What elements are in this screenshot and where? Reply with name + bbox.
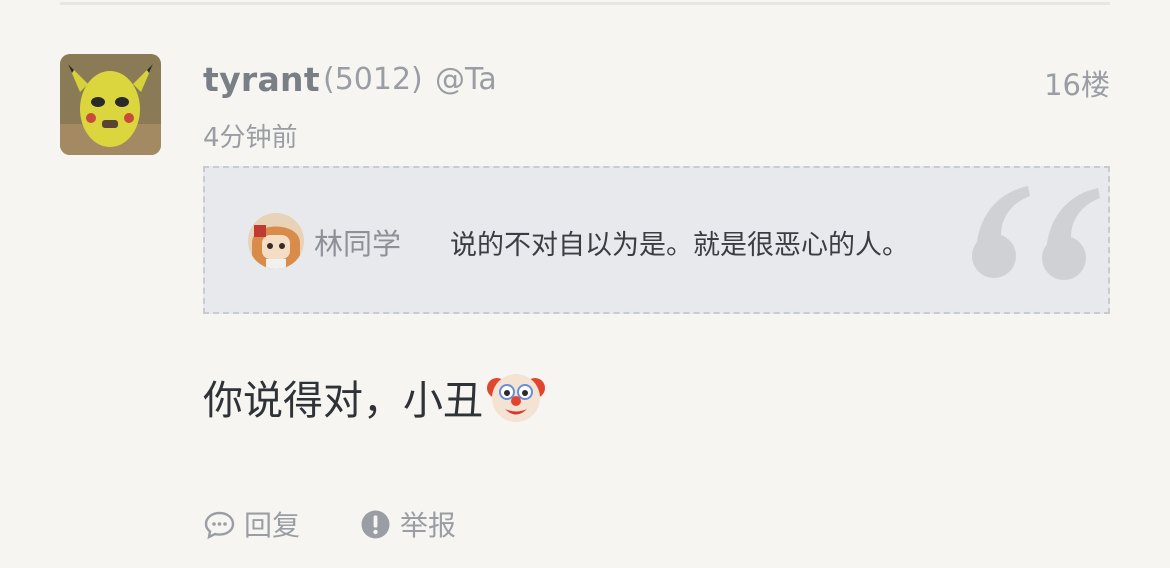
report-button[interactable]: 举报: [359, 504, 456, 544]
avatar[interactable]: [60, 54, 161, 155]
username[interactable]: tyrant: [203, 60, 320, 99]
report-label: 举报: [400, 509, 457, 542]
mention-link[interactable]: @Ta: [435, 62, 497, 97]
speech-bubble-icon: [204, 511, 235, 539]
quote-author[interactable]: 林同学: [314, 221, 401, 263]
floor-number: 16楼: [1044, 68, 1110, 102]
comment-card: tyrant (5012) @Ta 16楼 4分钟前 林同学 说的不对自以为是。…: [0, 0, 1170, 568]
divider: [60, 2, 1110, 5]
reply-label: 回复: [244, 509, 301, 542]
clown-emoji-icon: [487, 374, 545, 422]
comment-text: 你说得对，小丑: [203, 378, 483, 424]
user-score: (5012): [323, 62, 423, 97]
quote-text: 说的不对自以为是。就是很恶心的人。: [450, 230, 909, 261]
quote-mark-icon: [972, 186, 1100, 280]
quoted-comment: 林同学 说的不对自以为是。就是很恶心的人。: [203, 166, 1110, 314]
comment-body: 你说得对，小丑: [203, 368, 545, 426]
timestamp: 4分钟前: [203, 123, 298, 153]
quote-avatar[interactable]: [248, 213, 304, 269]
exclamation-icon: [361, 510, 390, 538]
reply-button[interactable]: 回复: [203, 504, 300, 544]
